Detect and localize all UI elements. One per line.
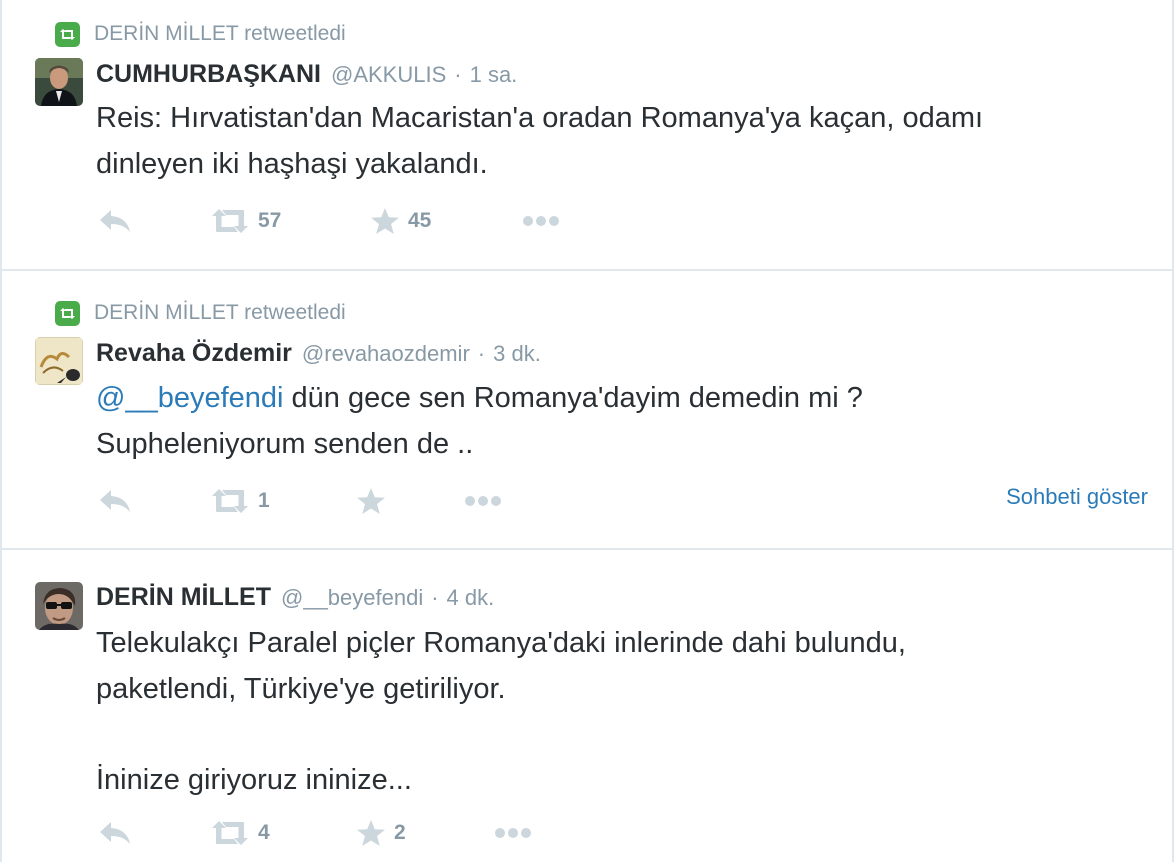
avatar[interactable] xyxy=(35,58,83,106)
more-dots-icon xyxy=(495,828,531,838)
tweet-text-line: Telekulakçı Paralel piçler Romanya'daki … xyxy=(96,627,906,659)
retweet-button[interactable]: 1 xyxy=(210,481,270,521)
tweet-2[interactable]: DERİN MİLLET retweetledi Revaha Özdemir … xyxy=(2,271,1172,549)
tweet-header: CUMHURBAŞKANI @AKKULIS · 1 sa. xyxy=(96,60,517,89)
favorite-count: 45 xyxy=(408,209,432,232)
tweet-text-segment: dün gece sen Romanya'dayim demedin mi ? xyxy=(283,382,863,414)
tweet-text-line: paketlendi, Türkiye'ye getiriliyor. xyxy=(96,673,506,705)
retweet-count: 1 xyxy=(258,489,270,512)
tweet-text: @__beyefendi dün gece sen Romanya'dayim … xyxy=(96,375,1156,467)
favorite-button[interactable] xyxy=(356,481,386,521)
retweet-count: 57 xyxy=(258,209,282,232)
retweet-context: DERİN MİLLET retweetledi xyxy=(55,299,346,327)
favorite-button[interactable]: 2 xyxy=(356,813,406,853)
tweet-text-line: @__beyefendi dün gece sen Romanya'dayim … xyxy=(96,375,1156,421)
retweet-icon xyxy=(212,489,248,513)
retweeted-by-text: DERİN MİLLET retweetledi xyxy=(94,301,346,324)
author-handle[interactable]: @__beyefendi xyxy=(281,585,423,611)
tweet-header: DERİN MİLLET @__beyefendi · 4 dk. xyxy=(96,583,494,612)
favorite-button[interactable]: 45 xyxy=(370,201,431,241)
tweet-text: Reis: Hırvatistan'dan Macaristan'a orada… xyxy=(96,95,1156,187)
more-button[interactable] xyxy=(522,201,560,241)
reply-button[interactable] xyxy=(98,813,132,853)
author-handle[interactable]: @AKKULIS xyxy=(331,62,446,88)
star-icon xyxy=(357,820,385,846)
retweet-context: DERİN MİLLET retweetledi xyxy=(55,20,346,48)
retweet-badge-icon xyxy=(55,300,80,326)
separator-dot: · xyxy=(477,341,486,366)
avatar[interactable] xyxy=(35,337,83,385)
tweet-text-line: İninize giriyoruz ininize... xyxy=(96,764,412,796)
tweet-text-line: dinleyen iki haşhaşi yakalandı. xyxy=(96,148,488,180)
retweeted-by-text: DERİN MİLLET retweetledi xyxy=(94,22,346,45)
star-icon xyxy=(371,208,399,234)
tweet-text-line: Reis: Hırvatistan'dan Macaristan'a orada… xyxy=(96,102,984,134)
retweet-icon xyxy=(212,821,248,845)
timestamp[interactable]: 1 sa. xyxy=(470,62,518,88)
retweet-icon xyxy=(212,209,248,233)
author-fullname[interactable]: Revaha Özdemir xyxy=(96,339,292,368)
reply-icon xyxy=(100,210,130,232)
author-fullname[interactable]: DERİN MİLLET xyxy=(96,583,271,612)
star-icon xyxy=(357,488,385,514)
reply-button[interactable] xyxy=(98,481,132,521)
more-dots-icon xyxy=(523,216,559,226)
tweet-header: Revaha Özdemir @revahaozdemir · 3 dk. xyxy=(96,339,541,368)
timestamp[interactable]: 4 dk. xyxy=(447,585,495,611)
reply-icon xyxy=(100,822,130,844)
retweet-button[interactable]: 57 xyxy=(210,201,281,241)
author-fullname[interactable]: CUMHURBAŞKANI xyxy=(96,60,321,89)
separator-dot: · xyxy=(431,585,439,610)
tweet-text: Telekulakçı Paralel piçler Romanya'daki … xyxy=(96,620,1156,803)
timestamp[interactable]: 3 dk. xyxy=(493,341,541,367)
reply-button[interactable] xyxy=(98,201,132,241)
avatar[interactable] xyxy=(35,582,83,630)
separator-dot: · xyxy=(454,62,462,87)
show-conversation-link[interactable]: Sohbeti göster xyxy=(1006,484,1148,510)
tweet-3[interactable]: DERİN MİLLET @__beyefendi · 4 dk. Teleku… xyxy=(2,550,1172,862)
retweet-badge-icon xyxy=(55,21,80,47)
timeline: DERİN MİLLET retweetledi CUMHURBAŞKANI @… xyxy=(0,0,1174,862)
retweet-button[interactable]: 4 xyxy=(210,813,270,853)
more-button[interactable] xyxy=(494,813,532,853)
mention-link[interactable]: @__beyefendi xyxy=(96,382,283,414)
retweet-count: 4 xyxy=(258,821,270,844)
more-dots-icon xyxy=(465,496,501,506)
tweet-text-line: Supheleniyorum senden de .. xyxy=(96,428,474,460)
more-button[interactable] xyxy=(464,481,502,521)
favorite-count: 2 xyxy=(394,821,406,844)
author-handle[interactable]: @revahaozdemir xyxy=(302,341,470,367)
tweet-1[interactable]: DERİN MİLLET retweetledi CUMHURBAŞKANI @… xyxy=(2,0,1172,270)
reply-icon xyxy=(100,490,130,512)
